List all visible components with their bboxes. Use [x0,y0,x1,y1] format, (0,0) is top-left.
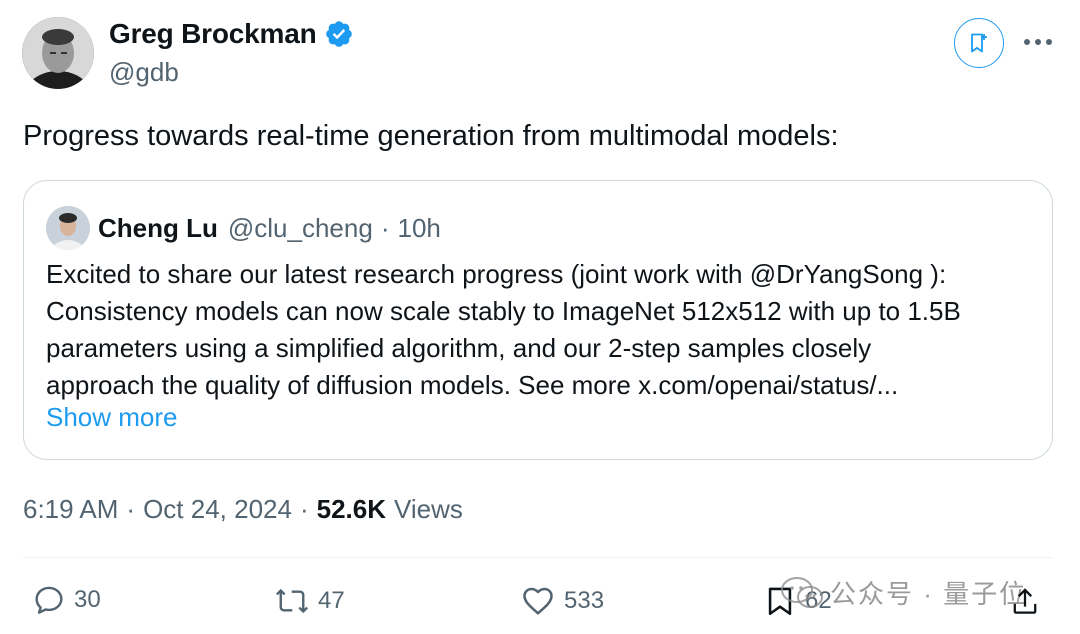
author-name[interactable]: Greg Brockman [109,18,317,50]
quoted-line: parameters using a simplified algorithm,… [46,333,872,363]
subscribe-button[interactable] [954,18,1004,68]
views-label: Views [394,494,463,524]
tweet-meta: 6:19 AM · Oct 24, 2024 · 52.6K Views [23,494,463,525]
verified-badge-icon [326,21,353,47]
like-count: 533 [564,587,605,614]
more-icon [1024,39,1052,45]
more-options-button[interactable] [1018,22,1058,62]
quoted-timestamp[interactable]: 10h [397,213,440,244]
subscribe-icon [971,33,987,53]
like-icon [523,587,553,615]
show-more-link[interactable]: Show more [46,402,178,433]
watermark-text: 公众号 · 量子位 [830,579,1028,609]
quoted-author-avatar-image [46,206,90,250]
divider [23,557,1053,558]
author-avatar-image [22,17,94,89]
views-count: 52.6K [316,494,387,524]
share-icon [1013,588,1037,614]
quoted-separator: · [380,212,390,243]
quoted-tweet-header: Cheng Lu @clu_cheng · 10h [46,206,441,250]
author-name-row[interactable]: Greg Brockman [109,18,354,50]
meta-separator: · [126,494,136,524]
tweet-text: Progress towards real-time generation fr… [23,120,839,152]
reply-count: 30 [74,586,101,613]
share-button[interactable] [1008,583,1050,619]
quoted-tweet-body: Excited to share our latest research pro… [46,256,1036,404]
author-handle[interactable]: @gdb [109,57,179,88]
wechat-logo-icon [781,576,823,608]
author-avatar[interactable] [22,17,94,89]
quoted-author-avatar[interactable] [46,206,90,250]
quoted-line: Consistency models can now scale stably … [46,296,961,326]
repost-button[interactable]: 47 [274,583,345,619]
like-button[interactable]: 533 [520,583,604,619]
tweet-time[interactable]: 6:19 AM [23,494,118,525]
tweet-date[interactable]: Oct 24, 2024 [143,494,292,525]
meta-separator: · [299,494,309,524]
reply-icon [35,586,63,614]
quoted-line: Excited to share our latest research pro… [46,259,947,289]
quoted-tweet-card[interactable]: Cheng Lu @clu_cheng · 10h Excited to sha… [23,180,1053,460]
quoted-line: approach the quality of diffusion models… [46,370,899,400]
watermark: 公众号 · 量子位 [780,574,1027,611]
reply-button[interactable]: 30 [32,583,101,617]
quoted-author-name[interactable]: Cheng Lu [98,213,218,244]
repost-count: 47 [318,587,345,614]
quoted-author-handle[interactable]: @clu_cheng [228,213,373,244]
repost-icon [275,588,309,614]
